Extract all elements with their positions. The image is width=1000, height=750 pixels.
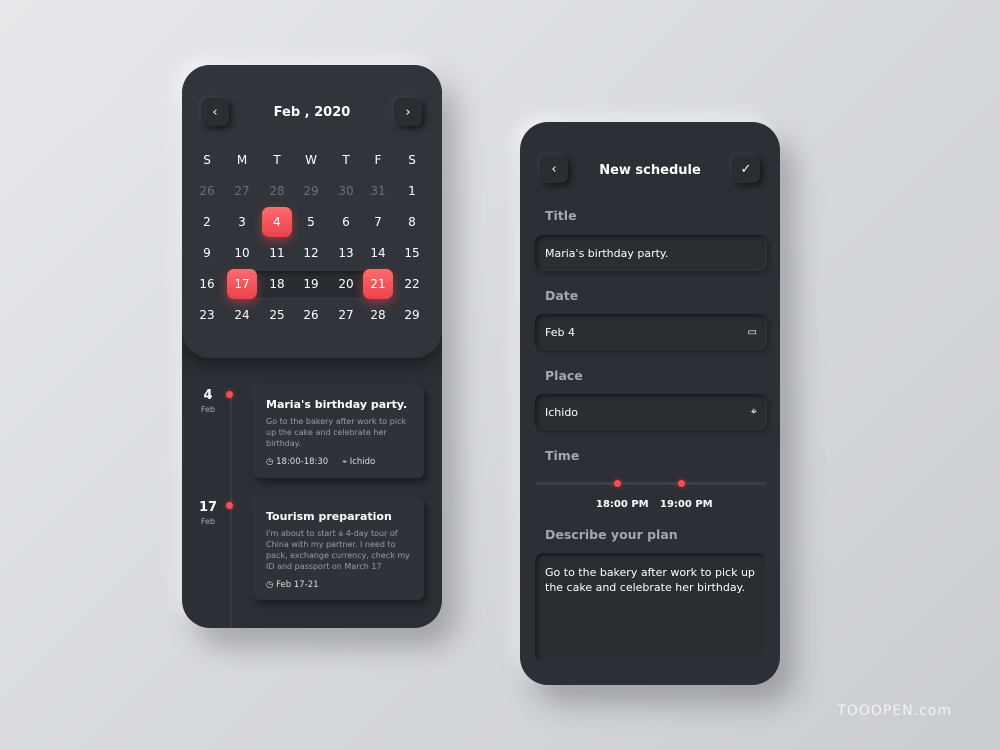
title-label: Title [545, 208, 577, 223]
chevron-left-icon: ‹ [212, 104, 218, 120]
title-value: Maria's birthday party. [545, 246, 669, 260]
event-time: 18:00-18:30 [276, 457, 329, 467]
calendar-day[interactable]: 7 [363, 212, 393, 232]
weekday-header: F [374, 153, 382, 167]
date-input[interactable]: Feb 4 ▭ [535, 314, 767, 350]
end-time: 19:00 PM [660, 499, 713, 510]
watermark: TOOOPEN.com [837, 703, 952, 719]
place-label: Place [545, 368, 583, 383]
calendar-day[interactable]: 26 [192, 181, 222, 201]
timeline-dot [226, 502, 233, 509]
calendar-day[interactable]: 20 [331, 274, 361, 294]
event-card[interactable]: Tourism preparation I'm about to start a… [254, 499, 424, 600]
event-description: Go to the bakery after work to pick up t… [266, 417, 406, 448]
calendar-day[interactable]: 17 [227, 269, 257, 299]
calendar-day[interactable]: 6 [331, 212, 361, 232]
calendar-day[interactable]: 23 [192, 305, 222, 325]
calendar-day[interactable]: 5 [296, 212, 326, 232]
back-button[interactable]: ‹ [540, 155, 568, 183]
calendar-day[interactable]: 15 [397, 243, 427, 263]
time-label: Time [545, 448, 580, 463]
calendar-day[interactable]: 18 [262, 274, 292, 294]
calendar-day[interactable]: 28 [363, 305, 393, 325]
calendar-day[interactable]: 1 [397, 181, 427, 201]
location-pin-icon[interactable]: ⌖ [751, 405, 757, 419]
weekday-header: T [342, 153, 350, 167]
clock-icon: ◷ [266, 457, 274, 467]
place-input[interactable]: Ichido ⌖ [535, 394, 767, 430]
event-month: Feb [200, 405, 216, 414]
title-input[interactable]: Maria's birthday party. [535, 235, 767, 271]
event-day: 4 [203, 388, 213, 403]
description-label: Describe your plan [545, 527, 678, 542]
calendar-day[interactable]: 3 [227, 212, 257, 232]
calendar-day[interactable]: 30 [331, 181, 361, 201]
weekday-header: S [203, 153, 211, 167]
weekday-header: S [408, 153, 416, 167]
calendar-day[interactable]: 29 [397, 305, 427, 325]
chevron-right-icon: › [405, 104, 411, 120]
event-day: 17 [198, 500, 218, 515]
event-place: Ichido [349, 457, 376, 467]
calendar-day[interactable]: 4 [262, 207, 292, 237]
next-month-button[interactable]: › [394, 98, 422, 126]
calendar-day[interactable]: 25 [262, 305, 292, 325]
calendar-day[interactable]: 14 [363, 243, 393, 263]
start-time: 18:00 PM [596, 499, 649, 510]
calendar-day[interactable]: 19 [296, 274, 326, 294]
calendar-day[interactable]: 27 [331, 305, 361, 325]
month-title: Feb , 2020 [273, 105, 351, 120]
calendar-day[interactable]: 16 [192, 274, 222, 294]
date-value: Feb 4 [545, 325, 575, 339]
calendar-day[interactable]: 24 [227, 305, 257, 325]
weekday-header: M [236, 153, 248, 167]
calendar-day[interactable]: 10 [227, 243, 257, 263]
clock-icon: ◷ [266, 580, 274, 590]
time-range-slider[interactable] [536, 482, 766, 485]
event-title: Maria's birthday party. [266, 398, 408, 411]
event-description: I'm about to start a 4-day tour of China… [266, 529, 410, 571]
prev-month-button[interactable]: ‹ [201, 98, 229, 126]
calendar-day[interactable]: 12 [296, 243, 326, 263]
date-label: Date [545, 288, 579, 303]
calendar-day[interactable]: 9 [192, 243, 222, 263]
confirm-button[interactable]: ✓ [732, 155, 760, 183]
calendar-panel: ‹ Feb , 2020 › S M T W T F S 26 27 28 29 30 31 1 2 3 4 5 6… [182, 65, 442, 358]
calendar-day[interactable]: 2 [192, 212, 222, 232]
calendar-day[interactable]: 13 [331, 243, 361, 263]
weekday-header: T [273, 153, 281, 167]
event-time: Feb 17-21 [276, 580, 319, 590]
calendar-day[interactable]: 29 [296, 181, 326, 201]
calendar-day[interactable]: 27 [227, 181, 257, 201]
check-icon: ✓ [740, 161, 752, 177]
event-card[interactable]: Maria's birthday party. Go to the bakery… [254, 387, 424, 478]
calendar-day[interactable]: 8 [397, 212, 427, 232]
start-time-handle[interactable] [614, 480, 621, 487]
calendar-day[interactable]: 22 [397, 274, 427, 294]
calendar-day[interactable]: 28 [262, 181, 292, 201]
calendar-day[interactable]: 11 [262, 243, 292, 263]
calendar-day[interactable]: 31 [363, 181, 393, 201]
calendar-icon[interactable]: ▭ [748, 327, 757, 338]
calendar-day[interactable]: 26 [296, 305, 326, 325]
description-textarea[interactable]: Go to the bakery after work to pick up t… [535, 553, 767, 661]
page-title: New schedule [599, 163, 701, 178]
calendar-phone: ‹ Feb , 2020 › S M T W T F S 26 27 28 29 30 31 1 2 3 4 5 6… [182, 65, 442, 628]
weekday-header: W [305, 153, 317, 167]
timeline-line [228, 390, 232, 628]
place-value: Ichido [545, 405, 579, 419]
end-time-handle[interactable] [678, 480, 685, 487]
timeline-dot [226, 391, 233, 398]
chevron-left-icon: ‹ [551, 161, 557, 177]
event-title: Tourism preparation [266, 510, 392, 523]
new-schedule-phone: ‹ New schedule ✓ Title Maria's birthday … [520, 122, 780, 685]
event-month: Feb [200, 517, 216, 526]
calendar-day[interactable]: 21 [363, 269, 393, 299]
location-pin-icon: ⌖ [342, 457, 347, 467]
